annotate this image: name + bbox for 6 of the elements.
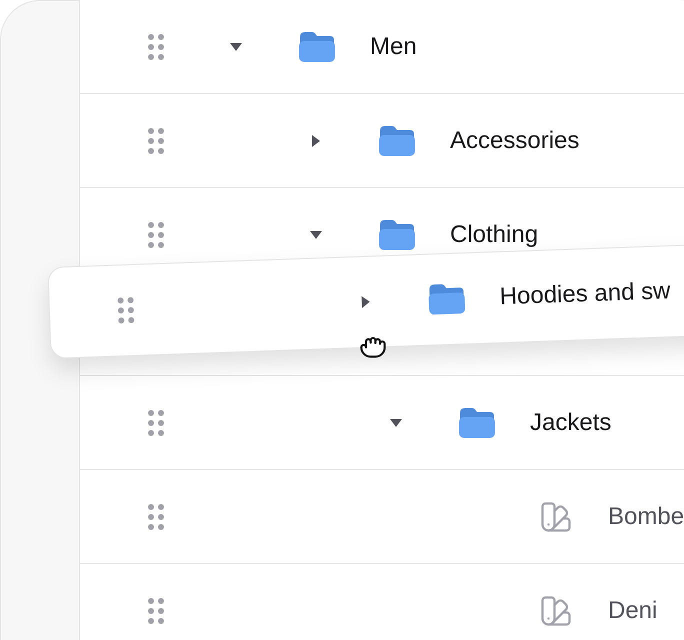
item-label: Accessories: [450, 126, 580, 156]
item-label: Men: [370, 32, 417, 62]
item-label: Bombe: [608, 502, 684, 532]
item-label: Hoodies and sw: [499, 276, 672, 312]
item-label: Jackets: [530, 408, 612, 438]
item-label: Deni: [608, 596, 658, 626]
